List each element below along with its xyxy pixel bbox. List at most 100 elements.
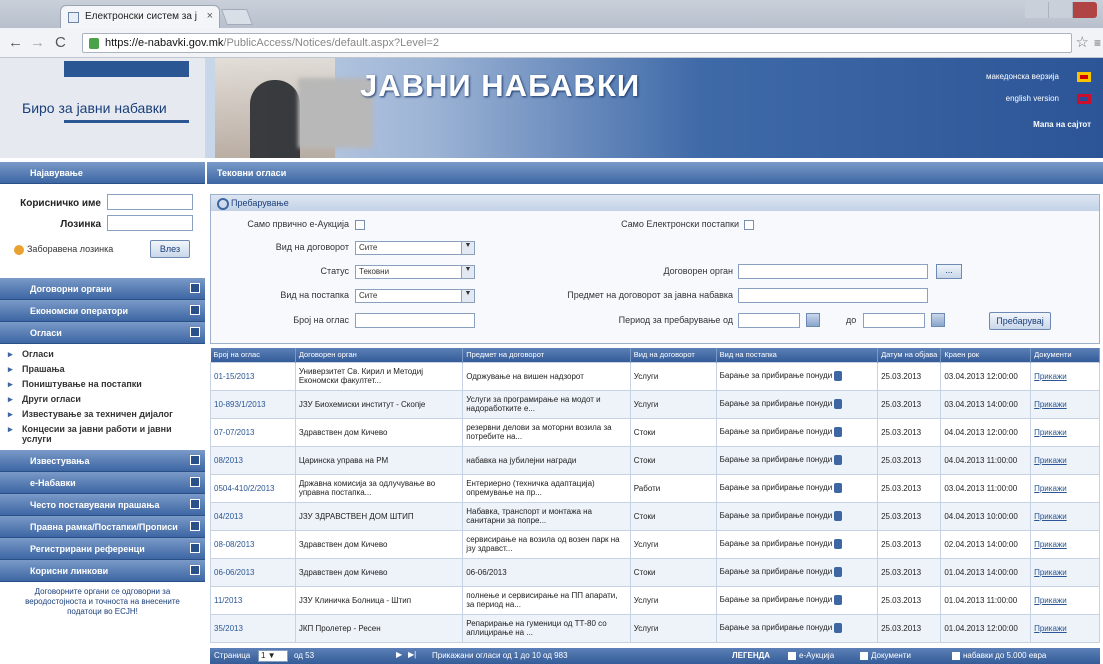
notice-number-cell[interactable]: 0504-410/2/2013 <box>210 473 296 503</box>
logo-area[interactable]: Биро за јавни набавки <box>0 58 205 158</box>
forgot-password-link[interactable]: Заборавена лозинка <box>14 244 113 255</box>
column-header[interactable]: Вид на договорот <box>630 348 717 362</box>
column-header[interactable]: Број на оглас <box>210 348 296 362</box>
sidebar-section-announcements[interactable]: Известувања <box>0 450 205 472</box>
documents-link[interactable]: Прикажи <box>1030 361 1100 391</box>
only-eauction-checkbox[interactable] <box>355 220 365 230</box>
documents-link[interactable]: Прикажи <box>1030 389 1100 419</box>
sidebar-section-faq[interactable]: Често поставувани прашања <box>0 494 205 516</box>
notice-number-cell[interactable]: 08-08/2013 <box>210 529 296 559</box>
window-controls[interactable] <box>1025 2 1097 18</box>
contracting-authority-input[interactable] <box>738 264 928 279</box>
last-page-icon[interactable]: ▶| <box>408 650 416 659</box>
expand-icon[interactable] <box>190 499 200 509</box>
sidebar-section-e-procurement[interactable]: е-Набавки <box>0 472 205 494</box>
table-row[interactable]: 0504-410/2/2013 Државна комисија за одлуч… <box>210 473 1100 503</box>
password-input[interactable] <box>107 215 193 231</box>
notice-number-cell[interactable]: 11/2013 <box>210 585 296 615</box>
document-icon[interactable] <box>834 483 843 493</box>
notice-number-cell[interactable]: 04/2013 <box>210 501 296 531</box>
bookmark-star-icon[interactable]: ☆ <box>1076 33 1089 51</box>
document-icon[interactable] <box>834 371 843 381</box>
column-header[interactable]: Документи <box>1030 348 1100 362</box>
document-icon[interactable] <box>834 455 843 465</box>
notice-number-cell[interactable]: 07-07/2013 <box>210 417 296 447</box>
documents-link[interactable]: Прикажи <box>1030 529 1100 559</box>
sidebar-item-notices[interactable]: Огласи <box>0 347 205 362</box>
expand-icon[interactable] <box>190 305 200 315</box>
table-row[interactable]: 01-15/2013 Универзитет Св. Кирил и Методи… <box>210 361 1100 391</box>
documents-link[interactable]: Прикажи <box>1030 473 1100 503</box>
sidebar-item-cancellations[interactable]: Поништување на постапки <box>0 377 205 392</box>
mk-flag-icon[interactable] <box>1077 72 1091 82</box>
notice-number-cell[interactable]: 10-893/1/2013 <box>210 389 296 419</box>
documents-link[interactable]: Прикажи <box>1030 613 1100 643</box>
table-row[interactable]: 06-06/2013 Здравствен дом Кичево 06-06/201… <box>210 557 1100 587</box>
sidebar-section-useful-links[interactable]: Корисни линкови <box>0 560 205 582</box>
calendar-from-icon[interactable] <box>806 313 820 327</box>
expand-icon[interactable] <box>190 521 200 531</box>
document-icon[interactable] <box>834 567 843 577</box>
sidebar-section-economic-operators[interactable]: Економски оператори <box>0 300 205 322</box>
calendar-to-icon[interactable] <box>931 313 945 327</box>
status-select[interactable]: Тековни ▼ <box>355 265 475 279</box>
tab-close-icon[interactable]: × <box>207 10 213 22</box>
column-header[interactable]: Вид на постапка <box>716 348 879 362</box>
table-row[interactable]: 07-07/2013 Здравствен дом Кичево резервни … <box>210 417 1100 447</box>
sidebar-section-notices[interactable]: Огласи <box>0 322 205 344</box>
address-bar[interactable]: https://e-nabavki.gov.mk/PublicAccess/No… <box>82 33 1072 53</box>
document-icon[interactable] <box>834 623 843 633</box>
table-row[interactable]: 35/2013 ЈКП Пролетер - Ресен Репарирање на… <box>210 613 1100 643</box>
sidebar-section-legal-framework[interactable]: Правна рамка/Постапки/Прописи <box>0 516 205 538</box>
notice-number-cell[interactable]: 35/2013 <box>210 613 296 643</box>
table-row[interactable]: 10-893/1/2013 ЈЗУ Биохемиски институт - С… <box>210 389 1100 419</box>
reload-icon[interactable]: C <box>55 34 66 51</box>
document-icon[interactable] <box>834 511 843 521</box>
table-row[interactable]: 04/2013 ЈЗУ ЗДРАВСТВЕН ДОМ ШТИП Набавка, т… <box>210 501 1100 531</box>
documents-link[interactable]: Прикажи <box>1030 417 1100 447</box>
documents-link[interactable]: Прикажи <box>1030 585 1100 615</box>
sidebar-item-concessions[interactable]: Концесии за јавни работи и јавни услуги <box>0 422 205 447</box>
documents-link[interactable]: Прикажи <box>1030 445 1100 475</box>
documents-link[interactable]: Прикажи <box>1030 501 1100 531</box>
sidebar-section-references[interactable]: Регистрирани референци <box>0 538 205 560</box>
notice-number-input[interactable] <box>355 313 475 328</box>
next-page-icon[interactable]: ▶ <box>396 650 402 659</box>
column-header[interactable]: Договорен орган <box>295 348 464 362</box>
column-header[interactable]: Краен рок <box>940 348 1032 362</box>
document-icon[interactable] <box>834 427 843 437</box>
maximize-icon[interactable] <box>1049 2 1073 18</box>
browser-tab[interactable]: Електронски систем за ј × <box>60 5 220 28</box>
authority-picker-button[interactable]: ... <box>936 264 962 279</box>
procedure-type-select[interactable]: Сите ▼ <box>355 289 475 303</box>
username-input[interactable] <box>107 194 193 210</box>
period-from-input[interactable] <box>738 313 800 328</box>
only-electronic-checkbox[interactable] <box>744 220 754 230</box>
period-to-input[interactable] <box>863 313 925 328</box>
menu-icon[interactable]: ≡ <box>1094 36 1101 50</box>
sidebar-item-other-notices[interactable]: Други огласи <box>0 392 205 407</box>
column-header[interactable]: Предмет на договорот <box>462 348 631 362</box>
notice-number-cell[interactable]: 01-15/2013 <box>210 361 296 391</box>
back-arrow-icon[interactable]: ← <box>8 34 23 51</box>
login-button[interactable]: Влез <box>150 240 190 258</box>
notice-number-cell[interactable]: 06-06/2013 <box>210 557 296 587</box>
new-tab-button[interactable] <box>221 9 253 25</box>
document-icon[interactable] <box>834 595 843 605</box>
expand-icon[interactable] <box>190 477 200 487</box>
sidebar-item-questions[interactable]: Прашања <box>0 362 205 377</box>
column-header[interactable]: Датум на објава <box>877 348 942 362</box>
expand-icon[interactable] <box>190 565 200 575</box>
forward-arrow-icon[interactable]: → <box>30 34 45 51</box>
table-row[interactable]: 11/2013 ЈЗУ Клиничка Болница - Штип полнењ… <box>210 585 1100 615</box>
site-map-link[interactable]: Мапа на сајтот <box>986 120 1091 129</box>
lang-en-link[interactable]: english version <box>1006 94 1059 103</box>
expand-icon[interactable] <box>190 543 200 553</box>
page-select[interactable]: 1 ▼ <box>258 650 288 662</box>
expand-icon[interactable] <box>190 455 200 465</box>
subject-input[interactable] <box>738 288 928 303</box>
gb-flag-icon[interactable] <box>1077 94 1091 104</box>
search-button[interactable]: Пребарувај <box>989 312 1051 330</box>
document-icon[interactable] <box>834 539 843 549</box>
minimize-icon[interactable] <box>1025 2 1049 18</box>
